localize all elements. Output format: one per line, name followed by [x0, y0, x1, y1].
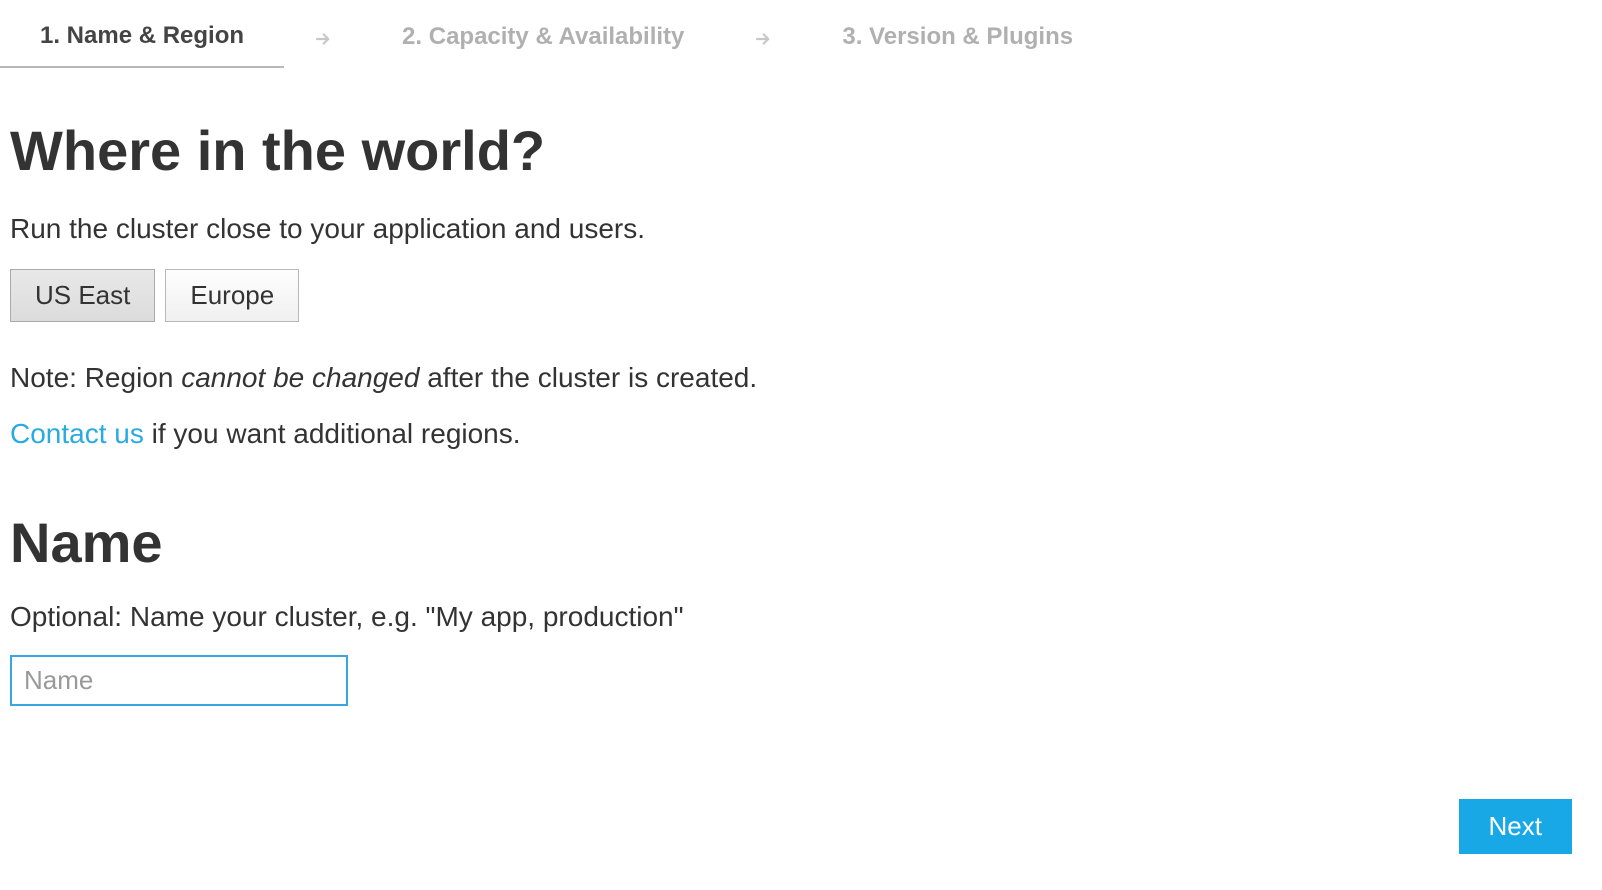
arrow-right-icon: [284, 30, 362, 48]
footer: Next: [1459, 799, 1572, 854]
note-suffix: after the cluster is created.: [419, 362, 757, 393]
contact-us-link[interactable]: Contact us: [10, 418, 144, 449]
note-italic: cannot be changed: [181, 362, 419, 393]
region-heading: Where in the world?: [10, 118, 1592, 183]
cluster-name-input[interactable]: [10, 655, 348, 706]
wizard-steps: 1. Name & Region 2. Capacity & Availabil…: [0, 0, 1602, 68]
main-content: Where in the world? Run the cluster clos…: [0, 68, 1602, 716]
region-subtitle: Run the cluster close to your applicatio…: [10, 213, 1592, 245]
arrow-right-icon: [724, 30, 802, 48]
contact-suffix: if you want additional regions.: [144, 418, 521, 449]
wizard-step-2[interactable]: 2. Capacity & Availability: [362, 11, 724, 67]
name-heading: Name: [10, 510, 1592, 575]
region-note: Note: Region cannot be changed after the…: [10, 362, 1592, 394]
wizard-step-1[interactable]: 1. Name & Region: [0, 10, 284, 68]
contact-line: Contact us if you want additional region…: [10, 418, 1592, 450]
note-prefix: Note: Region: [10, 362, 181, 393]
region-us-east-button[interactable]: US East: [10, 269, 155, 322]
name-hint: Optional: Name your cluster, e.g. "My ap…: [10, 601, 1592, 633]
name-section: Name Optional: Name your cluster, e.g. "…: [10, 510, 1592, 706]
region-buttons: US East Europe: [10, 269, 1592, 322]
region-europe-button[interactable]: Europe: [165, 269, 299, 322]
wizard-step-3[interactable]: 3. Version & Plugins: [802, 11, 1113, 67]
next-button[interactable]: Next: [1459, 799, 1572, 854]
